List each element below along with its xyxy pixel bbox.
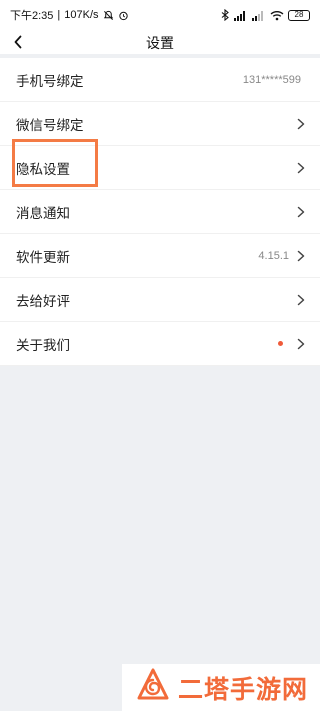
chevron-right-icon: [293, 294, 305, 306]
signal-icon: [234, 10, 248, 21]
row-label: 去给好评: [16, 293, 70, 309]
battery-icon: 28: [288, 9, 310, 21]
row-rate-us[interactable]: 去给好评: [0, 278, 320, 322]
wifi-icon: [270, 10, 284, 21]
chevron-right-icon: [293, 206, 305, 218]
notification-dot: [278, 341, 283, 346]
status-left: 下午2:35 | 107K/s: [10, 7, 129, 23]
row-about-us[interactable]: 关于我们: [0, 322, 320, 366]
version-value: 4.15.1: [258, 249, 289, 262]
chevron-right-icon: [293, 250, 305, 262]
empty-area: [0, 366, 320, 666]
header: 设置: [0, 30, 320, 54]
row-notifications[interactable]: 消息通知: [0, 190, 320, 234]
settings-list: 手机号绑定 131*****599 微信号绑定 隐私设置 消息通知 软件更新 4…: [0, 58, 320, 366]
bluetooth-icon: [221, 9, 230, 21]
row-label: 隐私设置: [16, 161, 70, 177]
signal-icon-2: [252, 10, 266, 21]
status-right: 28: [221, 9, 310, 21]
watermark-logo-icon: [136, 668, 170, 707]
status-net-speed: 107K/s: [64, 9, 99, 21]
watermark-text: 二塔手游网: [178, 674, 309, 704]
row-software-update[interactable]: 软件更新 4.15.1: [0, 234, 320, 278]
row-label: 软件更新: [16, 249, 70, 265]
status-time: 下午2:35: [10, 10, 54, 22]
chevron-right-icon: [293, 338, 305, 350]
row-label: 消息通知: [16, 205, 70, 221]
status-divider: |: [57, 9, 61, 21]
row-wechat-binding[interactable]: 微信号绑定: [0, 102, 320, 146]
row-phone-binding[interactable]: 手机号绑定 131*****599: [0, 58, 320, 102]
page-title: 设置: [146, 35, 174, 51]
chevron-right-icon: [293, 118, 305, 130]
alarm-icon: [118, 10, 129, 21]
row-label: 手机号绑定: [16, 73, 84, 89]
mute-icon: [103, 10, 114, 21]
phone-number-value: 131*****599: [242, 73, 301, 86]
row-privacy-settings[interactable]: 隐私设置: [0, 146, 320, 190]
status-bar: 下午2:35 | 107K/s 28: [0, 0, 320, 30]
watermark: 二塔手游网: [122, 664, 320, 711]
chevron-right-icon: [293, 162, 305, 174]
row-label: 微信号绑定: [16, 117, 84, 133]
row-label: 关于我们: [16, 337, 70, 353]
